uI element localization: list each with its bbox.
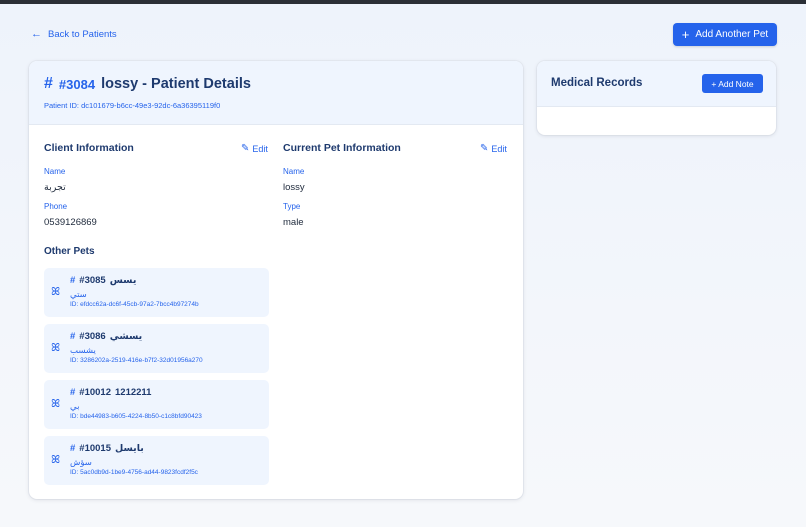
other-pet-heading: # #3085 يسس [70,275,136,286]
other-pet-name: يسس [109,275,137,286]
pet-info-section: Current Pet Information ✎ Edit Name loss… [283,142,509,242]
other-pet-name: بايسل [115,443,144,454]
patient-number: #3084 [58,76,96,92]
add-pet-label: Add Another Pet [695,29,769,40]
other-pet-heading: # #3086 يسشي [70,331,142,342]
other-pet-type: ستي [70,289,87,299]
edit-pet-label: Edit [491,143,507,154]
pet-name-label: Name [283,167,305,176]
other-pet-number: #3086 [79,331,106,342]
other-pet-card[interactable]: ꕤ # #3085 يسس ستي ID: efdcc62a-dc6f-45cb… [44,268,269,317]
paw-icon: ꕤ [51,454,61,466]
other-pet-type: بي [70,401,80,411]
arrow-left-icon: ← [31,28,42,40]
paw-icon: ꕤ [51,342,61,354]
client-phone-label: Phone [44,202,68,211]
other-pet-card[interactable]: ꕤ # #3086 يسشي يشسب ID: 3286202a-2519-41… [44,324,269,373]
pet-type-label: Type [283,202,301,211]
hash-icon: # [70,443,76,454]
other-pet-heading: # #10015 بايسل [70,443,144,454]
back-link-label: Back to Patients [48,29,117,40]
hash-icon: # [70,387,76,398]
add-note-button[interactable]: + Add Note [702,74,763,93]
other-pet-id: ID: efdcc62a-dc6f-45cb-97a2-7bcc4b97274b [70,301,199,308]
other-pet-heading: # #10012 1212211 [70,387,151,398]
pencil-icon: ✎ [480,143,489,154]
pet-type-value: male [283,217,304,228]
other-pet-card[interactable]: ꕤ # #10015 بايسل سؤش ID: 5ac0db9d-1be9-4… [44,436,269,485]
window-top-bar [0,0,806,4]
other-pet-id: ID: 5ac0db9d-1be9-4756-ad44-9823fcdf2f5c [70,469,198,476]
medical-records-card: Medical Records + Add Note [537,61,776,135]
pet-name-value: lossy [283,182,305,193]
other-pet-id: ID: 3286202a-2519-416e-b7f2-32d01956a270 [70,357,203,364]
hash-icon: # [70,331,76,342]
other-pet-name: 1212211 [115,387,152,398]
client-name-label: Name [44,167,66,176]
client-info-section: Client Information ✎ Edit Name تجربة Pho… [44,142,270,242]
other-pet-number: #10012 [79,387,111,398]
medical-records-title: Medical Records [551,77,643,89]
client-info-title: Client Information [44,142,134,154]
back-to-patients-link[interactable]: ← Back to Patients [31,28,117,41]
edit-client-label: Edit [252,143,268,154]
pet-info-title: Current Pet Information [283,142,401,154]
edit-client-button[interactable]: ✎ Edit [241,143,268,154]
add-another-pet-button[interactable]: + Add Another Pet [673,23,777,46]
medical-records-header: Medical Records + Add Note [537,61,776,107]
page-title-row: # #3084 lossy - Patient Details [44,75,523,93]
other-pet-number: #3085 [79,275,106,286]
edit-pet-button[interactable]: ✎ Edit [480,143,507,154]
paw-icon: ꕤ [51,398,61,410]
other-pet-card[interactable]: ꕤ # #10012 1212211 بي ID: bde44983-b605-… [44,380,269,429]
client-phone-value: 0539126869 [44,217,97,228]
other-pet-name: يسشي [109,331,143,342]
paw-icon: ꕤ [51,286,61,298]
pencil-icon: ✎ [241,143,250,154]
other-pet-type: يشسب [70,345,96,355]
other-pet-number: #10015 [79,443,111,454]
patient-header: # #3084 lossy - Patient Details Patient … [29,61,523,125]
patient-id: Patient ID: dc101679-b6cc-49e3-92dc-6a36… [44,101,221,110]
page-title: lossy - Patient Details [101,76,251,92]
hash-icon: # [70,275,76,286]
plus-icon: + [681,27,690,42]
other-pet-type: سؤش [70,457,92,467]
hash-icon: # [44,75,53,92]
client-name-value: تجربة [44,182,66,193]
patient-details-card: # #3084 lossy - Patient Details Patient … [29,61,523,499]
other-pet-id: ID: bde44983-b605-4224-8b50-c1c8bfd90423 [70,413,202,420]
other-pets-title: Other Pets [44,246,95,257]
